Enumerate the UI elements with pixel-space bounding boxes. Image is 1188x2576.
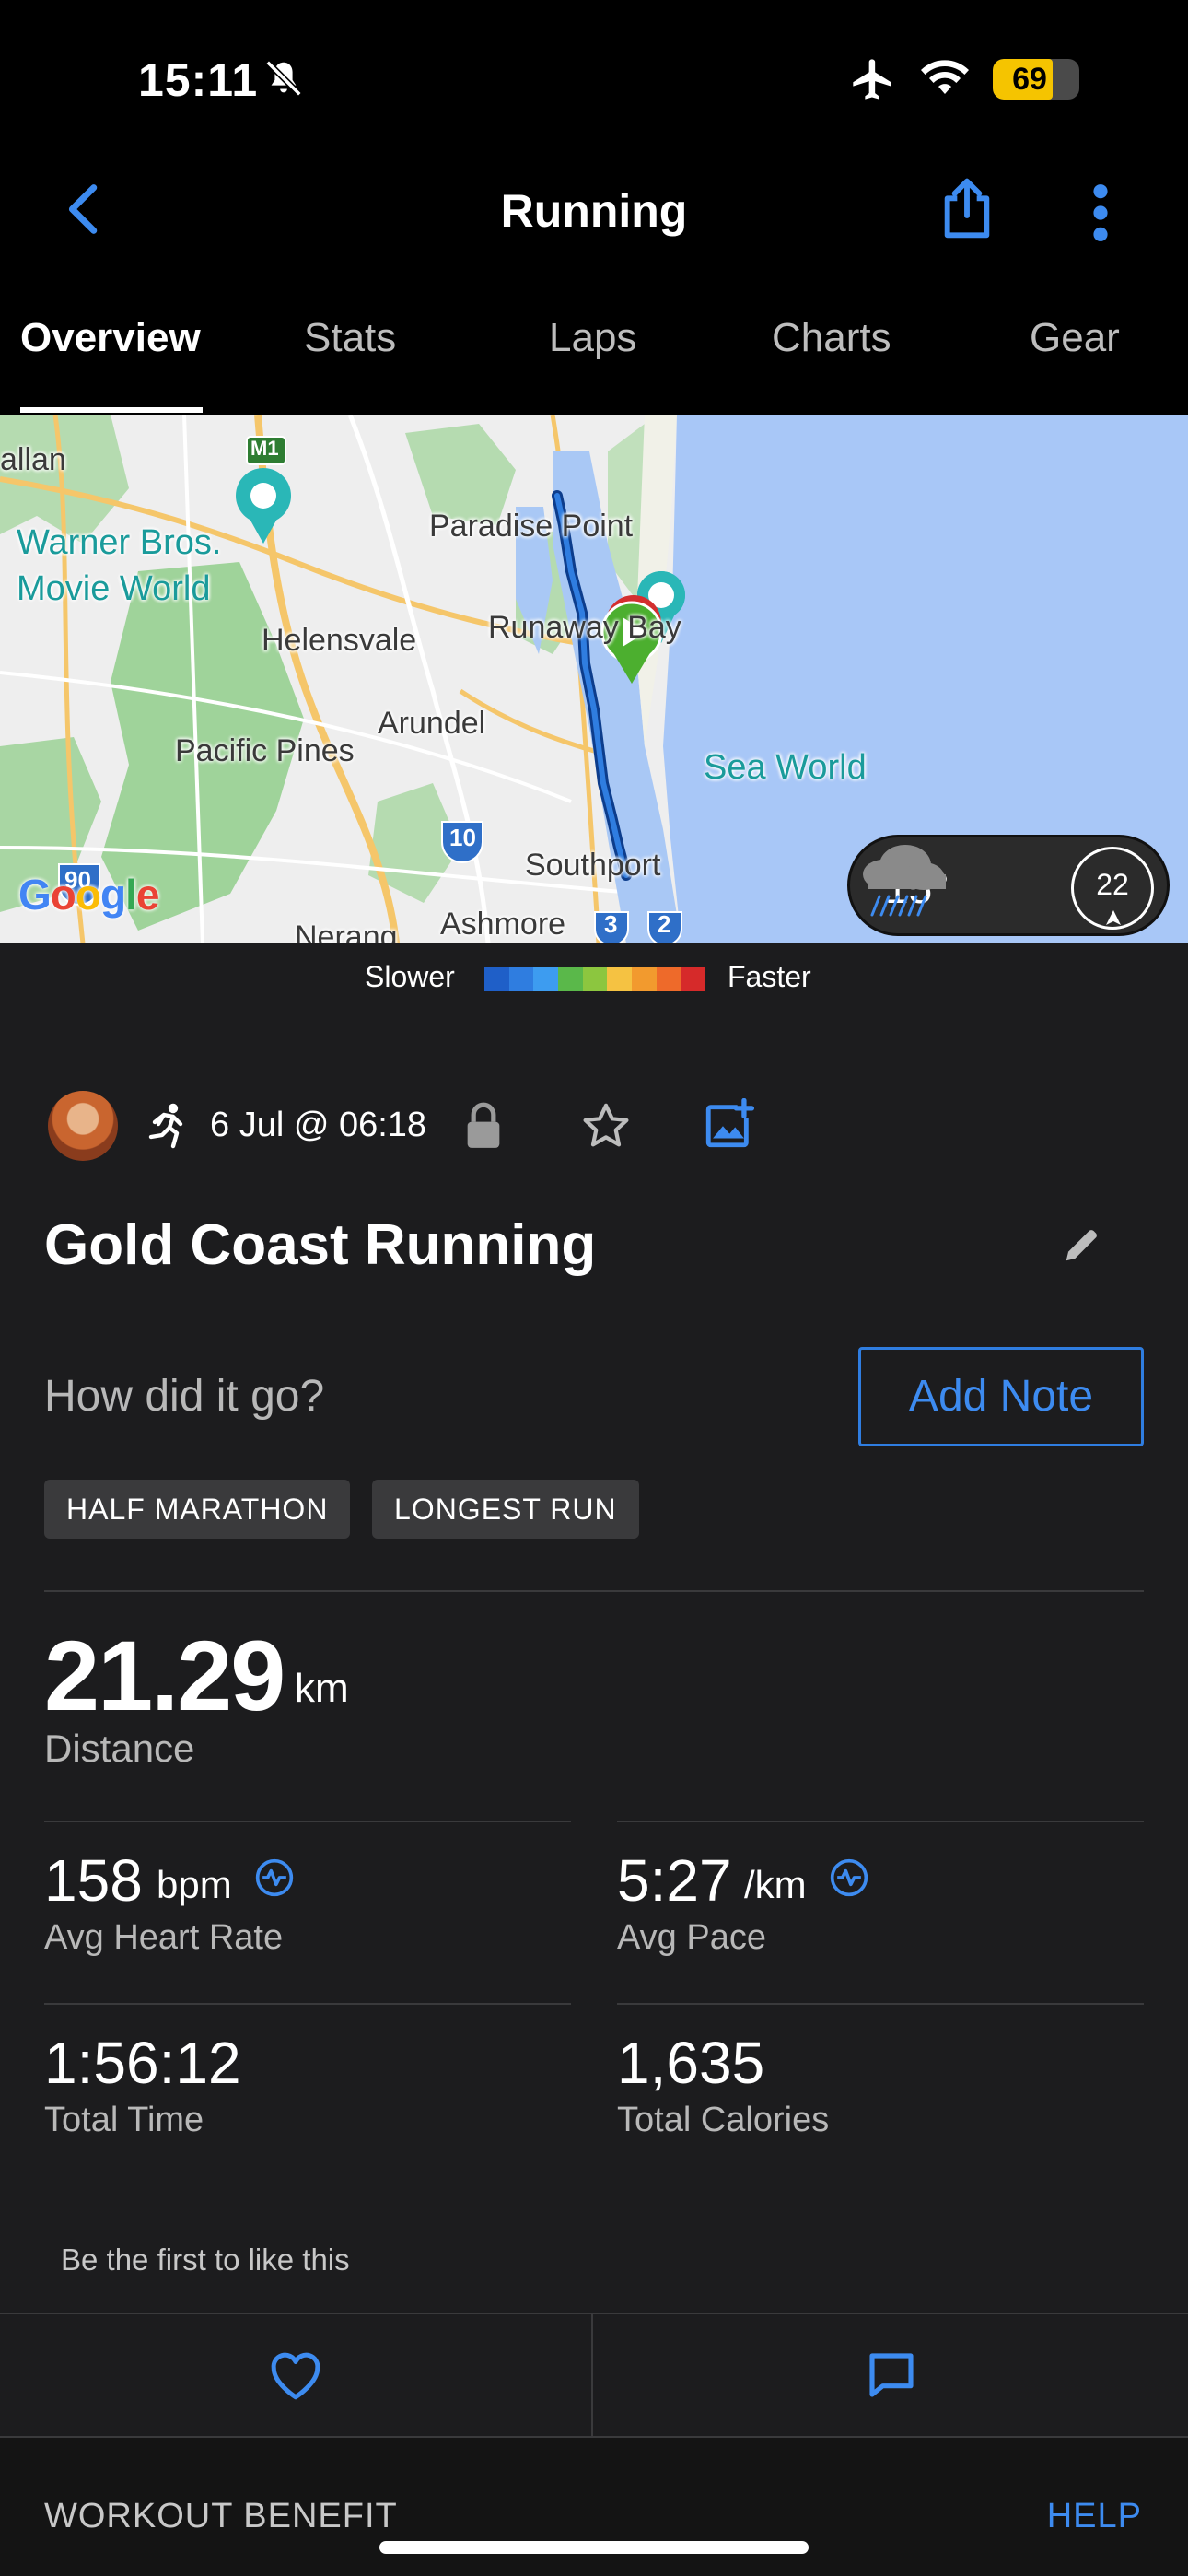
- map-label-ashmore: Ashmore: [440, 907, 566, 942]
- activity-date: 6 Jul @ 06:18: [210, 1106, 427, 1144]
- pace-slower-label: Slower: [365, 960, 455, 993]
- tab-bar: Overview Stats Laps Charts Gear: [0, 267, 1188, 415]
- pace-color-swatch: [656, 967, 681, 991]
- battery-indicator: 69: [993, 59, 1079, 100]
- total-calories-label: Total Calories: [617, 2101, 830, 2139]
- distance-value: 21.29: [44, 1620, 285, 1731]
- pace-color-swatch: [607, 967, 633, 991]
- rain-cloud-icon: [863, 845, 946, 917]
- road-shield-2: 2: [658, 910, 671, 938]
- status-bar: 15:11 69: [0, 0, 1188, 157]
- activity-title: Gold Coast Running: [44, 1213, 597, 1277]
- avg-pace-value: 5:27: [617, 1847, 732, 1914]
- wind-dial: 22: [1071, 847, 1154, 930]
- pace-color-swatch: [681, 967, 706, 991]
- route-map[interactable]: allan Warner Bros. Movie World Helensval…: [0, 415, 1188, 943]
- tab-laps[interactable]: Laps: [549, 315, 636, 361]
- home-indicator[interactable]: [379, 2541, 809, 2554]
- badge-half-marathon: HALF MARATHON: [44, 1480, 351, 1539]
- section-title: WORKOUT BENEFIT: [44, 2497, 398, 2535]
- share-button[interactable]: [938, 175, 996, 241]
- total-time-label: Total Time: [44, 2101, 204, 2139]
- help-link[interactable]: HELP: [1047, 2497, 1142, 2536]
- add-note-button[interactable]: Add Note: [858, 1347, 1144, 1446]
- map-label-helensvale: Helensvale: [262, 623, 417, 658]
- distance-unit: km: [295, 1666, 349, 1711]
- total-time-value: 1:56:12: [44, 2030, 241, 2096]
- map-label-southport: Southport: [525, 848, 661, 883]
- map-label-nerang: Nerang: [295, 919, 398, 943]
- airplane-icon: [853, 59, 891, 100]
- social-action-row: [0, 2313, 1188, 2438]
- active-tab-indicator: [20, 407, 203, 413]
- road-shield-m1: M1: [250, 437, 279, 460]
- divider: [44, 2003, 571, 2005]
- heart-rate-sensor-icon: [255, 1858, 294, 1897]
- wind-speed: 22: [1096, 868, 1129, 901]
- road-shield-3: 3: [604, 910, 618, 938]
- map-label-sea-world: Sea World: [704, 748, 867, 787]
- nav-bar: Running: [0, 157, 1188, 267]
- note-prompt: How did it go?: [44, 1372, 325, 1421]
- add-photo-icon[interactable]: [702, 1098, 755, 1152]
- map-label-allan: allan: [0, 442, 66, 477]
- map-label-runaway-bay: Runaway Bay: [488, 610, 681, 645]
- more-options-button[interactable]: [1087, 181, 1114, 245]
- battery-percent: 69: [1012, 62, 1047, 97]
- divider: [617, 2003, 1144, 2005]
- tab-gear[interactable]: Gear: [1030, 315, 1120, 361]
- tab-overview[interactable]: Overview: [20, 315, 201, 361]
- avg-pace-unit: /km: [744, 1863, 807, 1906]
- map-label-pacific-pines: Pacific Pines: [175, 733, 355, 768]
- favorite-star-icon[interactable]: [580, 1100, 632, 1152]
- avg-heart-rate-value: 158: [44, 1847, 143, 1914]
- pace-color-swatch: [558, 967, 583, 991]
- running-icon: [148, 1103, 183, 1149]
- comment-icon: [869, 2353, 914, 2397]
- pace-color-swatch: [632, 967, 657, 991]
- total-calories-value: 1,635: [617, 2030, 765, 2096]
- tab-stats[interactable]: Stats: [304, 315, 396, 361]
- badge-longest-run: LONGEST RUN: [372, 1480, 639, 1539]
- pace-color-swatch: [508, 967, 534, 991]
- map-label-paradise-point: Paradise Point: [429, 509, 634, 544]
- edit-pencil-icon[interactable]: [1061, 1224, 1103, 1266]
- map-label-warner-bros: Warner Bros.: [17, 523, 222, 562]
- wind-direction-icon: [1106, 910, 1121, 925]
- status-time: 15:11: [138, 54, 259, 106]
- avatar[interactable]: [48, 1091, 118, 1161]
- divider: [44, 1590, 1144, 1592]
- pace-sensor-icon: [830, 1858, 868, 1897]
- lock-icon[interactable]: [462, 1102, 505, 1150]
- heart-icon: [271, 2352, 320, 2400]
- distance-label: Distance: [44, 1727, 195, 1770]
- page-title: Running: [500, 185, 688, 237]
- like-button[interactable]: [0, 2314, 593, 2436]
- pace-legend: Slower Faster: [0, 943, 1188, 1008]
- weather-widget: 15° 22: [847, 835, 1170, 936]
- avg-pace-label: Avg Pace: [617, 1918, 766, 1957]
- google-logo: Google: [18, 871, 159, 919]
- pace-color-swatch: [484, 967, 509, 991]
- wifi-icon: [921, 60, 969, 94]
- avg-heart-rate-label: Avg Heart Rate: [44, 1918, 284, 1957]
- pace-faster-label: Faster: [728, 960, 811, 993]
- avg-heart-rate-unit: bpm: [157, 1863, 232, 1906]
- comment-button[interactable]: [595, 2314, 1188, 2436]
- pace-color-scale: [484, 967, 706, 991]
- pace-color-swatch: [582, 967, 608, 991]
- divider: [617, 1821, 1144, 1822]
- pace-color-swatch: [533, 967, 559, 991]
- map-label-arundel: Arundel: [378, 706, 486, 741]
- likes-text: Be the first to like this: [61, 2242, 350, 2277]
- tab-charts[interactable]: Charts: [772, 315, 891, 361]
- road-shield-10: 10: [449, 824, 476, 851]
- divider: [44, 1821, 571, 1822]
- bell-off-icon: [265, 60, 302, 97]
- map-label-movie-world: Movie World: [17, 569, 211, 608]
- workout-benefit-header: WORKOUT BENEFIT HELP: [0, 2438, 1188, 2576]
